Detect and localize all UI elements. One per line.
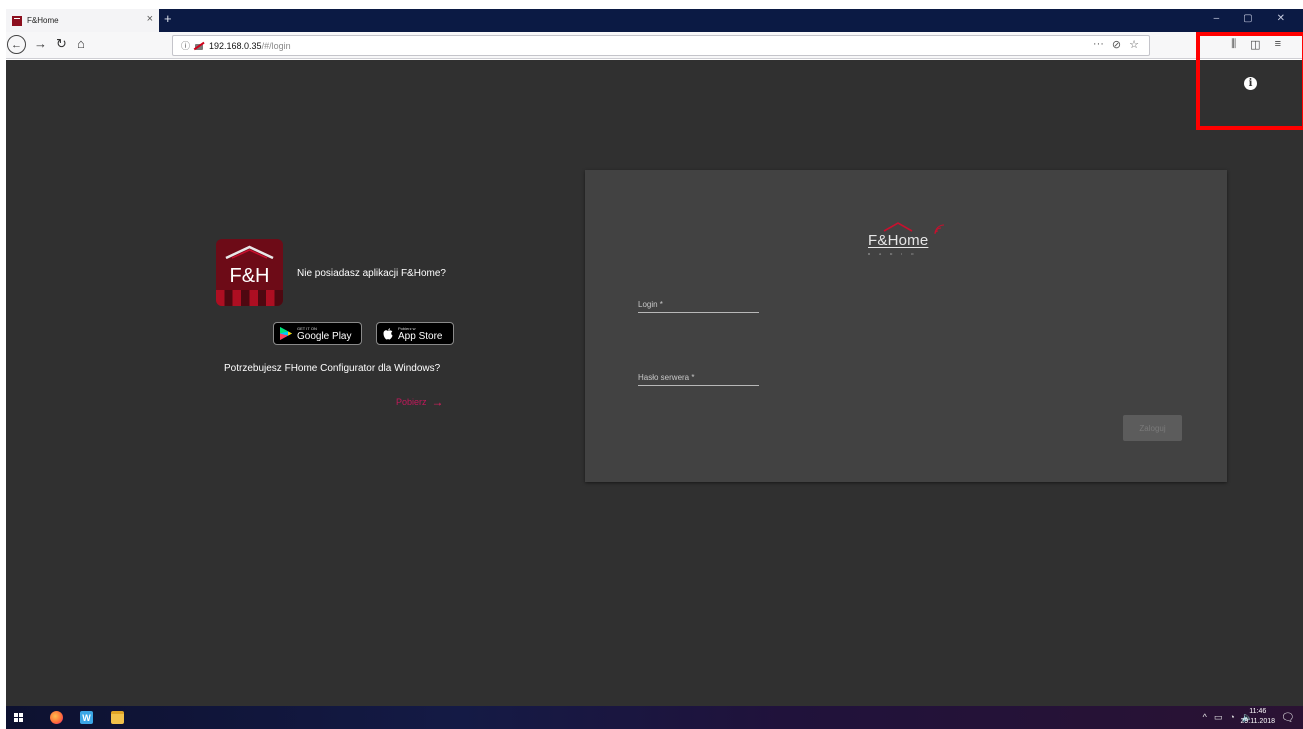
brand-subtitle: RADIO [868, 252, 923, 256]
apple-icon [383, 327, 393, 339]
google-play-button[interactable]: GET IT ON Google Play [273, 322, 362, 345]
back-button[interactable]: ← [7, 35, 26, 54]
page-actions-icon[interactable]: ··· [1093, 38, 1104, 51]
notification-icon[interactable]: 🗨 [1281, 711, 1295, 724]
app-store-label: App Store [398, 330, 443, 342]
forward-button[interactable]: → [34, 36, 47, 51]
clock-time: 11:46 [1249, 708, 1267, 715]
tab-title: F&Home [27, 16, 59, 25]
highlight-box [1196, 32, 1303, 130]
tab-strip: F&Home × + – ▢ ✕ [6, 9, 1303, 32]
window-controls: – ▢ ✕ [1214, 13, 1285, 24]
fhome-favicon-icon [12, 15, 22, 26]
login-label: Login * [638, 300, 663, 309]
radio-signal-icon [934, 224, 945, 235]
google-play-icon [280, 327, 292, 340]
browser-tab[interactable]: F&Home × [6, 9, 159, 32]
firefox-taskbar-icon[interactable] [50, 711, 63, 724]
word-taskbar-icon[interactable]: W [80, 711, 93, 724]
url-actions: ··· ⊘ ☆ [1093, 38, 1139, 51]
password-field[interactable]: Hasło serwera * [638, 373, 759, 386]
close-window-button[interactable]: ✕ [1277, 13, 1285, 24]
fhome-brand-logo: F&Home RADIO [865, 222, 955, 258]
new-tab-button[interactable]: + [164, 11, 172, 26]
navigation-toolbar: ← → ↻ ⌂ ⓘ 192.168.0.35 /#/login ··· ⊘ ☆ … [6, 32, 1303, 59]
page-content: i F&H Nie posiadasz aplikacji F&Home? GE… [6, 60, 1303, 706]
tab-close-icon[interactable]: × [147, 13, 153, 25]
brand-roof-icon [883, 222, 913, 232]
download-link[interactable]: Pobierz → [396, 395, 444, 409]
app-logo-text: F&H [229, 265, 270, 287]
minimize-button[interactable]: – [1214, 13, 1220, 24]
pocket-icon[interactable]: ⊘ [1112, 38, 1121, 51]
screen: F&Home × + – ▢ ✕ ← → ↻ ⌂ ⓘ 192.168.0.35 … [0, 0, 1303, 729]
brand-text: F&Home [868, 232, 929, 249]
login-button[interactable]: Zaloguj [1123, 415, 1182, 441]
download-label: Pobierz [396, 397, 427, 407]
windows-start-icon[interactable] [14, 713, 23, 722]
clock[interactable]: 11:46 29.11.2018 [1240, 707, 1275, 727]
login-field[interactable]: Login * [638, 300, 759, 313]
roof-icon [225, 245, 274, 259]
battery-icon[interactable]: ▭ [1214, 712, 1223, 723]
app-store-button[interactable]: Pobierz w App Store [376, 322, 454, 345]
no-app-text: Nie posiadasz aplikacji F&Home? [297, 268, 446, 279]
home-button[interactable]: ⌂ [77, 36, 85, 51]
configurator-text: Potrzebujesz FHome Configurator dla Wind… [224, 363, 441, 374]
site-info-icon[interactable]: ⓘ [181, 39, 190, 52]
tray-expand-icon[interactable]: ^ [1203, 712, 1207, 723]
taskbar: W ^ ▭ ◔ 🔈 11:46 29.11.2018 🗨 [6, 706, 1303, 729]
google-play-label: Google Play [297, 330, 352, 342]
url-path: /#/login [261, 40, 291, 51]
maximize-button[interactable]: ▢ [1243, 13, 1252, 24]
url-bar[interactable]: ⓘ 192.168.0.35 /#/login ··· ⊘ ☆ [172, 35, 1150, 56]
insecure-lock-icon[interactable] [194, 41, 204, 50]
wifi-icon[interactable]: ◔ [1229, 712, 1234, 723]
clock-date: 29.11.2018 [1240, 718, 1275, 725]
bookmark-star-icon[interactable]: ☆ [1129, 38, 1139, 51]
arrow-right-icon: → [431, 395, 444, 409]
reload-button[interactable]: ↻ [56, 36, 67, 52]
login-card: F&Home RADIO Login * Hasło serwera * Zal… [585, 170, 1227, 482]
app-logo-pattern [216, 290, 283, 306]
file-explorer-taskbar-icon[interactable] [111, 711, 124, 724]
url-host: 192.168.0.35 [209, 40, 262, 51]
password-label: Hasło serwera * [638, 373, 695, 382]
fhome-app-logo: F&H [216, 239, 283, 306]
